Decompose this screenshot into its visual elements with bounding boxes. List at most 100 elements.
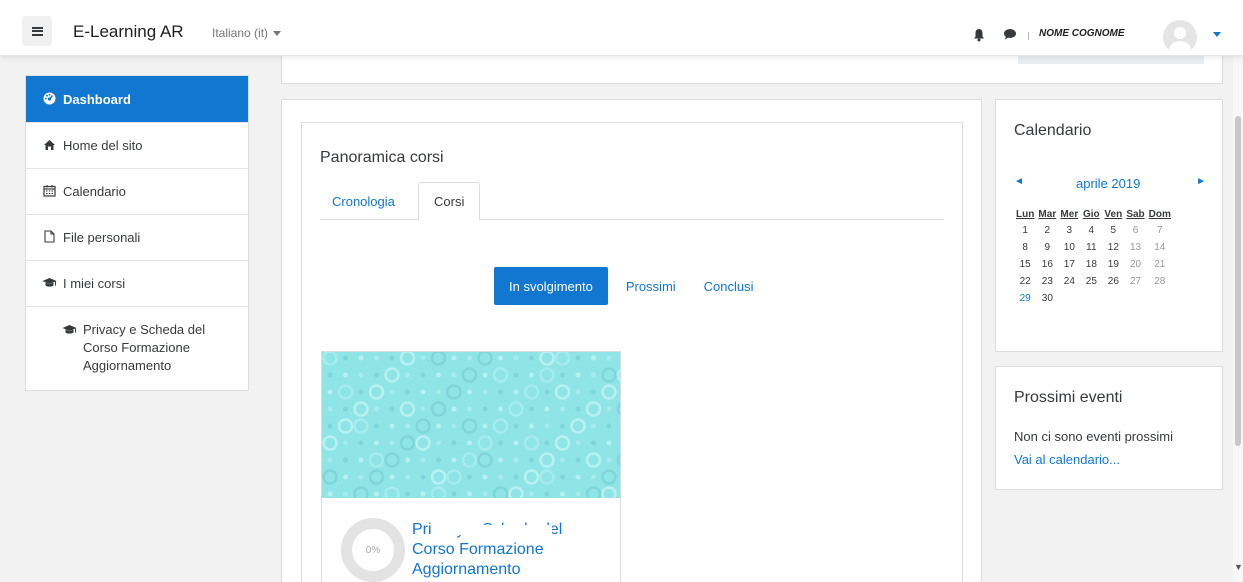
calendar-day[interactable]: 10	[1058, 239, 1080, 256]
calendar-day[interactable]: 25	[1080, 273, 1102, 290]
calendar-day[interactable]: 6	[1124, 222, 1146, 239]
tab-timeline[interactable]: Cronologia	[320, 182, 407, 220]
month-link[interactable]: aprile 2019	[1076, 176, 1140, 191]
scroll-down-icon[interactable]: ▼	[1234, 562, 1243, 572]
divider	[1028, 32, 1029, 40]
calendar-day[interactable]: 3	[1058, 222, 1080, 239]
graduation-cap-icon	[42, 277, 57, 290]
calendar-day[interactable]: 14	[1147, 239, 1173, 256]
sidebar-item-course[interactable]: Privacy e Scheda del Corso Formazione Ag…	[26, 306, 248, 390]
top-block	[281, 56, 1223, 84]
graduation-cap-icon	[62, 324, 77, 337]
upcoming-events-block: Prossimi eventi Non ci sono eventi pross…	[995, 366, 1223, 490]
filter-past-button[interactable]: Conclusi	[690, 267, 768, 305]
block-title: Prossimi eventi	[1014, 389, 1123, 406]
calendar-day[interactable]: 30	[1036, 290, 1058, 307]
overview-tabs: Cronologia Corsi	[320, 182, 944, 221]
block-title: Calendario	[1014, 122, 1092, 139]
sidebar-item-dashboard[interactable]: Dashboard	[26, 76, 248, 122]
filter-future-button[interactable]: Prossimi	[612, 267, 690, 305]
calendar-day[interactable]: 19	[1102, 256, 1124, 273]
sidebar-item-calendar[interactable]: Calendario	[26, 168, 248, 214]
user-name[interactable]: NOME COGNOME	[1039, 28, 1125, 39]
calendar-icon	[42, 184, 56, 199]
course-image[interactable]	[322, 352, 620, 498]
calendar-day[interactable]: 7	[1147, 222, 1173, 239]
calendar-day[interactable]: 15	[1014, 256, 1036, 273]
home-icon	[42, 139, 56, 153]
next-month-icon[interactable]: ►	[1196, 176, 1206, 187]
calendar-week-row: 15 16 17 18 19 20 21	[1014, 256, 1173, 273]
sidebar-item-my-courses[interactable]: I miei corsi	[26, 260, 248, 306]
no-events-text: Non ci sono eventi prossimi	[1014, 429, 1173, 444]
weekday-header: Gio	[1082, 209, 1100, 220]
sidebar-item-label: Home del sito	[63, 138, 143, 153]
calendar-day[interactable]: 23	[1036, 273, 1058, 290]
calendar-day[interactable]: 16	[1036, 256, 1058, 273]
nav-list: Dashboard Home del sito Calendario File …	[25, 75, 249, 391]
calendar-day[interactable]: 20	[1124, 256, 1146, 273]
calendar-day[interactable]: 9	[1036, 239, 1058, 256]
calendar-day[interactable]: 2	[1036, 222, 1058, 239]
language-menu[interactable]: Italiano (it)	[212, 26, 282, 40]
calendar-day[interactable]: 28	[1147, 273, 1173, 290]
calendar-day[interactable]: 17	[1058, 256, 1080, 273]
sidebar-item-home[interactable]: Home del sito	[26, 122, 248, 168]
course-overview-card: Panoramica corsi Cronologia Corsi In svo…	[301, 122, 963, 582]
sidebar-item-label: Calendario	[63, 184, 126, 199]
calendar-day	[1058, 290, 1080, 307]
course-filters: In svolgimento Prossimi Conclusi	[494, 267, 768, 305]
calendar-day	[1124, 290, 1146, 307]
weekday-header: Ven	[1104, 209, 1123, 220]
sidebar-item-label: File personali	[63, 230, 141, 245]
weekday-header: Mar	[1038, 209, 1057, 220]
calendar-week-row: 22 23 24 25 26 27 28	[1014, 273, 1173, 290]
page-scrollbar[interactable]	[1233, 56, 1243, 582]
weekday-header: Dom	[1148, 209, 1171, 220]
drawer-toggle-button[interactable]	[22, 16, 52, 46]
calendar-day[interactable]: 18	[1080, 256, 1102, 273]
scrollbar-thumb[interactable]	[1235, 116, 1241, 446]
user-silhouette-icon	[1174, 27, 1186, 39]
sidebar-item-label: I miei corsi	[63, 276, 126, 291]
calendar-day[interactable]: 21	[1147, 256, 1173, 273]
calendar-week-row: 29 30	[1014, 290, 1173, 307]
calendar-day	[1102, 290, 1124, 307]
calendar-day[interactable]: 27	[1124, 273, 1146, 290]
user-menu-caret-icon[interactable]	[1213, 32, 1221, 37]
weekday-header: Lun	[1016, 209, 1035, 220]
bell-icon[interactable]	[973, 28, 985, 42]
calendar-day[interactable]: 11	[1080, 239, 1102, 256]
sidebar-item-private-files[interactable]: File personali	[26, 214, 248, 260]
calendar-day[interactable]: 1	[1014, 222, 1036, 239]
calendar-day[interactable]: 29	[1014, 290, 1036, 307]
course-name-link[interactable]: Privacy e Scheda del Corso Formazione Ag…	[412, 520, 582, 580]
sidebar-item-label: Privacy e Scheda del Corso Formazione Ag…	[83, 322, 206, 373]
chat-icon[interactable]	[1003, 28, 1017, 40]
progress-label: 0%	[365, 544, 381, 556]
calendar-day[interactable]: 22	[1014, 273, 1036, 290]
course-overview-region: Panoramica corsi Cronologia Corsi In svo…	[281, 99, 982, 582]
site-name[interactable]: E-Learning AR	[73, 22, 184, 42]
calendar-day[interactable]: 13	[1124, 239, 1146, 256]
calendar-day[interactable]: 24	[1058, 273, 1080, 290]
calendar-day[interactable]: 8	[1014, 239, 1036, 256]
calendar-day[interactable]: 26	[1102, 273, 1124, 290]
calendar-day	[1147, 290, 1173, 307]
course-card[interactable]: 0% Privacy e Scheda del Corso Formazione…	[321, 351, 621, 582]
prev-month-icon[interactable]: ◄	[1014, 176, 1024, 187]
calendar-week-row: 8 9 10 11 12 13 14	[1014, 239, 1173, 256]
calendar-week-row: 1234567	[1014, 222, 1173, 239]
calendar-day[interactable]: 5	[1102, 222, 1124, 239]
go-to-calendar-link[interactable]: Vai al calendario...	[1014, 452, 1120, 467]
card-title: Panoramica corsi	[320, 149, 444, 166]
tab-courses[interactable]: Corsi	[418, 182, 481, 221]
language-label: Italiano (it)	[212, 26, 269, 40]
progress-ring: 0%	[341, 518, 405, 582]
nav-drawer: Dashboard Home del sito Calendario File …	[0, 56, 267, 582]
avatar[interactable]	[1163, 20, 1197, 54]
dashboard-icon	[42, 92, 56, 107]
filter-in-progress-button[interactable]: In svolgimento	[494, 267, 608, 305]
calendar-day[interactable]: 4	[1080, 222, 1102, 239]
calendar-day[interactable]: 12	[1102, 239, 1124, 256]
